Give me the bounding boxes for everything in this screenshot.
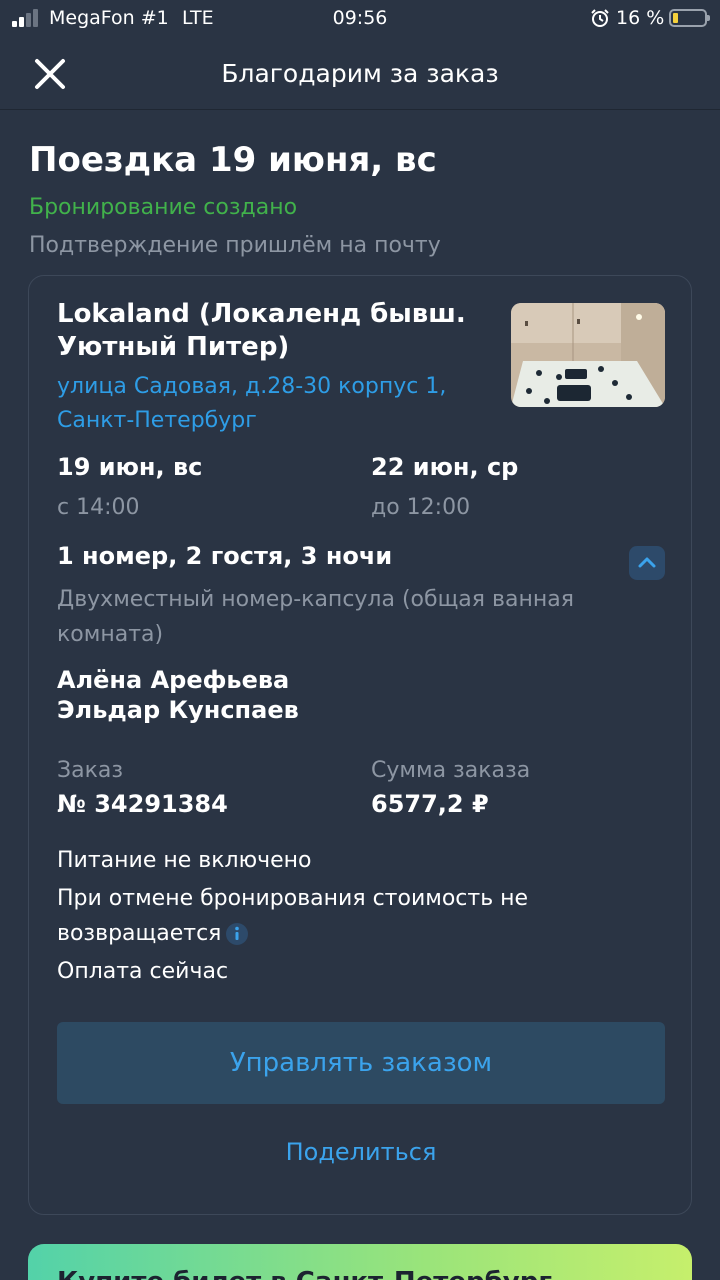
clock: 09:56 [332, 7, 388, 29]
checkout-date: 22 июн, ср [371, 453, 519, 481]
checkin-time: с 14:00 [57, 495, 140, 520]
close-button[interactable] [30, 54, 70, 94]
page-title: Благодарим за заказ [221, 59, 499, 88]
screen: MegaFon #1 LTE 09:56 16 % Благодарим за … [0, 0, 720, 1280]
order-number: № 34291384 [57, 790, 228, 818]
checkout-time: до 12:00 [371, 495, 471, 520]
info-icon[interactable] [225, 922, 249, 946]
trip-title: Поездка 19 июня, вс [29, 140, 437, 180]
confirmation-note: Подтверждение пришлём на почту [29, 233, 441, 258]
hotel-name[interactable]: Lokaland (Локаленд бывш. Уютный Питер) [57, 298, 487, 364]
order-label: Заказ [57, 758, 124, 783]
room-type: Двухместный номер-капсула (общая ванная … [57, 587, 574, 647]
guest-name: Алёна Арефьева [57, 666, 290, 694]
cancellation-condition: При отмене бронирования стоимость не воз… [57, 881, 617, 951]
booking-status: Бронирование создано [29, 195, 298, 220]
meals-condition: Питание не включено [57, 848, 312, 873]
order-sum-label: Сумма заказа [371, 758, 531, 783]
alarm-icon [591, 9, 609, 27]
chevron-up-icon [638, 557, 656, 568]
cancellation-text: При отмене бронирования стоимость не воз… [57, 886, 529, 946]
promo-banner[interactable]: Купите билет в Санкт-Петербург [28, 1244, 692, 1280]
manage-order-button[interactable]: Управлять заказом [57, 1022, 665, 1104]
guest-name: Эльдар Кунспаев [57, 696, 299, 724]
status-bar: MegaFon #1 LTE 09:56 16 % [0, 0, 720, 38]
top-bar: Благодарим за заказ [0, 40, 720, 110]
hotel-address-link[interactable]: улица Садовая, д.28-30 корпус 1, Санкт-П… [57, 370, 497, 438]
share-link[interactable]: Поделиться [29, 1138, 693, 1166]
order-sum: 6577,2 ₽ [371, 790, 489, 818]
booking-card: Lokaland (Локаленд бывш. Уютный Питер) у… [28, 275, 692, 1215]
battery-percent: 16 % [616, 7, 665, 29]
close-icon [35, 59, 65, 89]
promo-text: Купите билет в Санкт-Петербург [57, 1267, 552, 1280]
battery-icon [669, 9, 710, 27]
payment-condition: Оплата сейчас [57, 959, 229, 984]
checkin-date: 19 июн, вс [57, 453, 203, 481]
collapse-details-button[interactable] [629, 546, 665, 580]
hotel-photo[interactable] [511, 303, 665, 407]
room-summary: 1 номер, 2 гостя, 3 ночи [57, 542, 393, 570]
